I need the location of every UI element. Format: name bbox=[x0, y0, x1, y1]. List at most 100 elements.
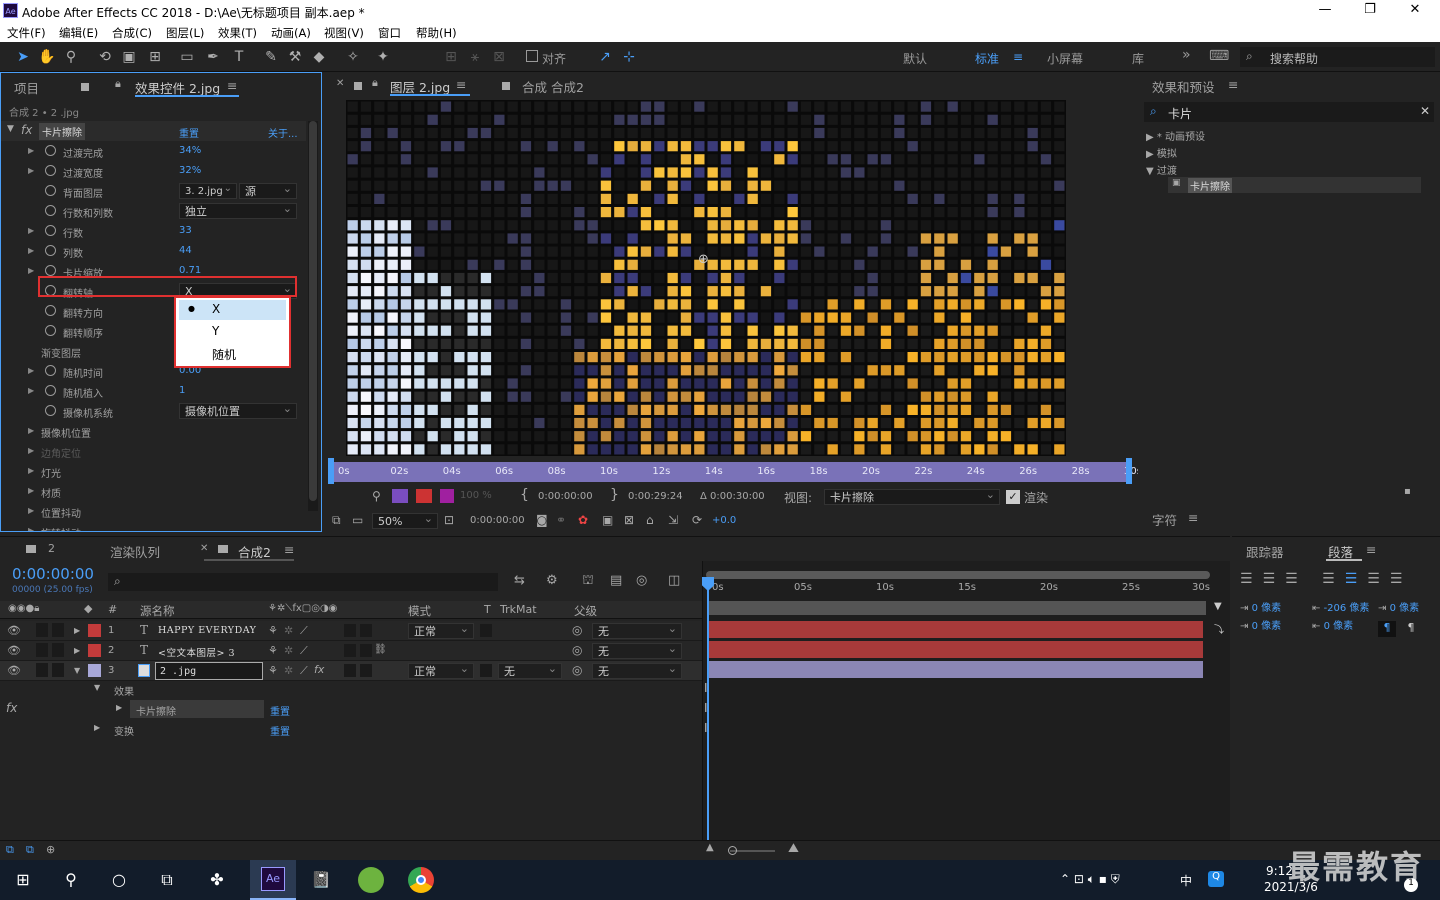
expand-arrow-icon[interactable]: ▶ bbox=[28, 166, 34, 175]
expand-arrow-icon[interactable]: ▶ bbox=[28, 526, 34, 531]
expand-arrow-icon[interactable]: ▶ bbox=[28, 426, 34, 435]
tab-render-queue[interactable]: 渲染队列 bbox=[110, 542, 160, 561]
space-after-field[interactable]: ⇤ 0 像素 bbox=[1312, 617, 1353, 632]
zoom-tool-icon[interactable]: ⚲ bbox=[62, 48, 80, 66]
panel-menu-icon[interactable]: ≡ bbox=[284, 542, 294, 557]
timeline-ruler[interactable]: 0s 05s 10s 15s 20s 25s 30s bbox=[702, 579, 1230, 599]
collapse-switch-icon[interactable]: ✲ bbox=[284, 624, 293, 637]
lock-toggle[interactable] bbox=[52, 623, 64, 637]
tree-item-card-wipe[interactable]: ▣ 卡片擦除 bbox=[1168, 177, 1421, 193]
lock-toggle[interactable] bbox=[52, 643, 64, 657]
character-title[interactable]: 字符 bbox=[1152, 510, 1177, 529]
fx-switch-icon[interactable]: fx bbox=[314, 663, 324, 676]
collapse-switch-icon[interactable]: ✲ bbox=[284, 644, 293, 657]
popup-item-random[interactable]: 随机 bbox=[212, 346, 236, 363]
expand-arrow-icon[interactable]: ▼ bbox=[74, 666, 80, 675]
tab-composition[interactable]: 合成 合成2 bbox=[522, 77, 584, 96]
solo-toggle[interactable] bbox=[36, 663, 48, 677]
chrome-icon[interactable] bbox=[408, 867, 434, 893]
timecode[interactable]: 0:00:00:00 bbox=[12, 565, 94, 583]
panel-menu-icon[interactable]: ≡ bbox=[1366, 542, 1376, 557]
rtl-direction-icon[interactable]: ¶ bbox=[1402, 621, 1420, 637]
type-tool-icon[interactable]: T bbox=[230, 48, 248, 66]
layer-name-edit[interactable]: 2 .jpg bbox=[155, 662, 263, 680]
space-before-field[interactable]: ⇤ -206 像素 bbox=[1312, 599, 1369, 614]
first-line-indent-field[interactable]: ⇥ 0 像素 bbox=[1240, 617, 1281, 632]
property-dropdown[interactable]: 独立 bbox=[179, 201, 297, 219]
justify-last-center-icon[interactable]: ☰ bbox=[1345, 571, 1368, 587]
zoom-slider-thumb[interactable] bbox=[728, 846, 737, 855]
work-area-bar[interactable] bbox=[706, 571, 1210, 579]
tray-icons[interactable]: ⌃ ⊡ 🔈︎ ▪ ⛨ bbox=[1060, 872, 1120, 887]
task-view-icon[interactable]: ⧉ bbox=[150, 866, 184, 894]
notification-badge[interactable]: 1 bbox=[1404, 878, 1418, 892]
color-swatch-icon[interactable] bbox=[440, 489, 454, 503]
workspace-default[interactable]: 默认 bbox=[903, 50, 927, 67]
help-search-box[interactable]: ⌕ 搜索帮助 bbox=[1240, 47, 1435, 67]
parent-dropdown[interactable]: 无 bbox=[592, 621, 682, 639]
layer-time-ruler[interactable]: 0s 02s 04s 06s 08s 10s 12s 14s 16s 18s 20s 22s 24s 26… bbox=[330, 462, 1142, 482]
indent-left-field[interactable]: ⇥ 0 像素 bbox=[1240, 599, 1281, 614]
property-value[interactable]: 0.71 bbox=[179, 265, 201, 276]
shy-switch-icon[interactable]: ⚘ bbox=[268, 624, 278, 637]
motion-blur-switch[interactable] bbox=[344, 664, 356, 677]
eraser-tool-icon[interactable]: ◆ bbox=[310, 48, 328, 66]
render-checkbox[interactable]: ✓ bbox=[1006, 490, 1020, 504]
rotate-tool-icon[interactable]: ⟲ bbox=[96, 48, 114, 66]
zoom-in-icon[interactable]: ⛰ bbox=[788, 841, 799, 856]
shy-layers-icon[interactable]: ⛫ bbox=[582, 573, 594, 590]
panel-menu-icon[interactable]: ≡ bbox=[456, 77, 466, 92]
minimize-button[interactable]: — bbox=[1310, 2, 1340, 17]
mode-dropdown[interactable]: 正常 bbox=[408, 621, 474, 639]
menu-edit[interactable]: 编辑(E) bbox=[59, 25, 98, 41]
preserve-transparency-toggle[interactable] bbox=[480, 624, 492, 637]
puppet-icon[interactable]: ⚲ bbox=[372, 489, 381, 503]
channel-icon[interactable]: ✿ bbox=[578, 513, 588, 527]
rectangle-tool-icon[interactable]: ▭ bbox=[178, 48, 196, 66]
quality-switch-icon[interactable]: ⟋ bbox=[300, 664, 308, 678]
expand-arrow-icon[interactable]: ▶ bbox=[94, 723, 100, 732]
hand-tool-icon[interactable]: ✋ bbox=[38, 48, 56, 66]
solo-toggle[interactable] bbox=[36, 643, 48, 657]
comp-button-icon[interactable]: ▼ bbox=[1214, 601, 1224, 615]
layer-switches-icon[interactable]: ⧉ bbox=[6, 843, 14, 857]
label-color-swatch[interactable] bbox=[88, 624, 101, 637]
search-icon[interactable]: ⚲ bbox=[54, 866, 88, 894]
layer-name[interactable]: HAPPY EVERYDAY bbox=[158, 625, 256, 636]
out-bracket-icon[interactable]: } bbox=[610, 487, 619, 503]
in-point-handle[interactable] bbox=[328, 458, 334, 484]
menu-window[interactable]: 窗口 bbox=[378, 25, 401, 41]
view-select[interactable]: 卡片擦除 bbox=[824, 487, 1000, 505]
roto-brush-tool-icon[interactable]: ✧ bbox=[344, 48, 362, 66]
sync-settings-icon[interactable]: ⌨ bbox=[1209, 48, 1229, 64]
stopwatch-icon[interactable] bbox=[45, 265, 56, 276]
layer-row[interactable]: 👁︎ ▶ 2 T <空文本图层> 3 ⚘ ✲ ⟋ ⛓ ◎ 无 bbox=[0, 641, 702, 661]
time-in[interactable]: 0:00:00:00 bbox=[538, 491, 593, 502]
transform-reset-link[interactable]: 重置 bbox=[270, 723, 290, 738]
notebook-app-icon[interactable]: 📓 bbox=[304, 866, 338, 894]
property-value[interactable]: 34% bbox=[179, 145, 201, 156]
motion-blur-icon[interactable] bbox=[392, 489, 408, 503]
expand-arrow-icon[interactable]: ▶ bbox=[28, 246, 34, 255]
parent-dropdown[interactable]: 无 bbox=[592, 661, 682, 679]
align-buttons[interactable]: ☰☰☰ ☰☰☰☰ bbox=[1240, 571, 1412, 587]
monitor-icon[interactable]: ▭ bbox=[352, 513, 363, 527]
playhead[interactable] bbox=[707, 579, 709, 861]
fx-icon[interactable]: fx bbox=[6, 701, 17, 715]
mode-dropdown[interactable]: 正常 bbox=[408, 661, 474, 679]
snapshot-icon[interactable]: ◙ bbox=[536, 513, 548, 527]
close-button[interactable]: ✕ bbox=[1400, 2, 1430, 17]
expand-arrow-icon[interactable]: ▶ bbox=[28, 446, 34, 455]
menu-composition[interactable]: 合成(C) bbox=[112, 25, 152, 41]
close-tab-icon[interactable]: ✕ bbox=[200, 543, 208, 554]
after-effects-taskbar-button[interactable]: Ae bbox=[250, 860, 296, 900]
collapse-switch-icon[interactable]: ✲ bbox=[284, 664, 293, 677]
always-preview-icon[interactable]: ⧉ bbox=[332, 513, 341, 528]
marker-icon[interactable]: ⤵ bbox=[1214, 621, 1224, 636]
workspace-menu-icon[interactable]: ≡ bbox=[1013, 50, 1023, 64]
motion-blur-switch[interactable] bbox=[344, 644, 356, 657]
flowchart-icon[interactable]: ⇲ bbox=[668, 513, 678, 527]
frame-blending-icon[interactable]: ▤ bbox=[610, 573, 622, 588]
scrollbar-thumb[interactable] bbox=[309, 121, 317, 501]
quality-switch-icon[interactable]: ⟋ bbox=[300, 644, 308, 658]
